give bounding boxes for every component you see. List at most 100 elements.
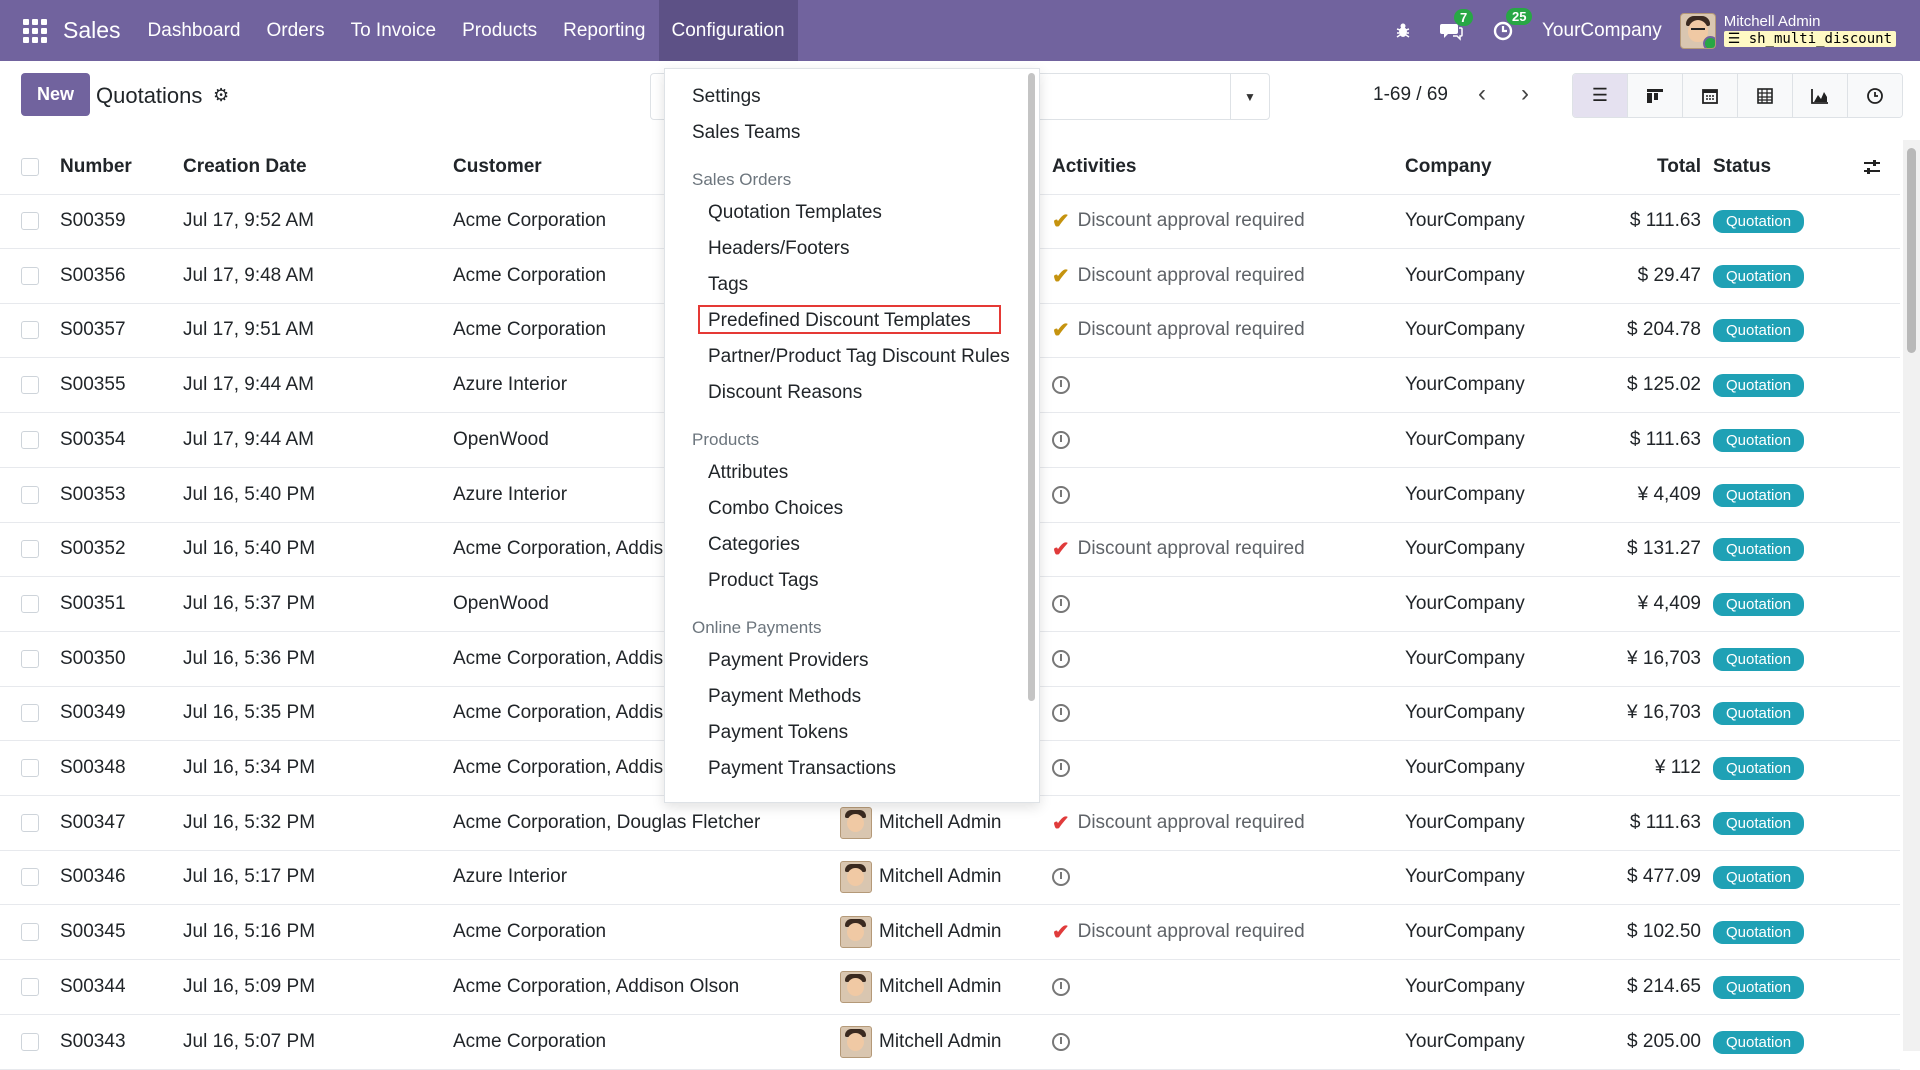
apps-menu-icon[interactable]: [23, 18, 47, 43]
activity-summary[interactable]: Discount approval required: [1078, 812, 1305, 834]
menu-item-settings[interactable]: Settings: [692, 86, 761, 108]
salesperson-avatar[interactable]: [840, 971, 872, 1003]
column-header-total[interactable]: Total: [1560, 140, 1701, 194]
dropdown-scrollbar[interactable]: [1028, 73, 1035, 701]
salesperson-avatar[interactable]: [840, 916, 872, 948]
activity-clock-icon[interactable]: [1052, 595, 1070, 613]
activity-clock-icon[interactable]: [1052, 650, 1070, 668]
row-checkbox[interactable]: [21, 303, 39, 357]
page-scroll-thumb[interactable]: [1907, 148, 1916, 353]
menu-item-payment-methods[interactable]: Payment Methods: [708, 686, 861, 708]
user-avatar[interactable]: [1679, 12, 1716, 49]
pager-previous-icon[interactable]: ‹: [1478, 80, 1486, 108]
activity-check-icon[interactable]: ✔: [1052, 264, 1070, 289]
menu-item-categories[interactable]: Categories: [708, 534, 800, 556]
row-checkbox[interactable]: [21, 960, 39, 1014]
kanban-view-icon[interactable]: [1628, 74, 1683, 117]
nav-configuration[interactable]: Configuration: [658, 0, 798, 61]
column-header-company[interactable]: Company: [1405, 140, 1555, 194]
row-checkbox[interactable]: [21, 522, 39, 576]
menu-item-quotation-templates[interactable]: Quotation Templates: [708, 202, 882, 224]
activity-clock-icon[interactable]: [1052, 868, 1070, 886]
menu-item-payment-providers[interactable]: Payment Providers: [708, 650, 869, 672]
salesperson-avatar[interactable]: [840, 807, 872, 839]
table-row[interactable]: S00346 Jul 16, 5:17 PM Azure Interior Mitch…: [0, 850, 1900, 905]
activity-clock-icon[interactable]: [1052, 704, 1070, 722]
activity-summary[interactable]: Discount approval required: [1078, 921, 1305, 943]
search-options-caret-icon[interactable]: ▼: [1230, 74, 1269, 119]
menu-item-product-tags[interactable]: Product Tags: [708, 570, 819, 592]
menu-item-sales-teams[interactable]: Sales Teams: [692, 122, 800, 144]
activity-clock-icon[interactable]: [1052, 978, 1070, 996]
activity-summary[interactable]: Discount approval required: [1078, 210, 1305, 232]
menu-item-attributes[interactable]: Attributes: [708, 462, 788, 484]
optional-columns-sliders-icon[interactable]: [1862, 140, 1892, 194]
activities-clock-icon[interactable]: 25: [1492, 7, 1533, 42]
row-checkbox[interactable]: [21, 850, 39, 904]
row-checkbox[interactable]: [21, 194, 39, 248]
menu-item-payment-transactions[interactable]: Payment Transactions: [708, 758, 896, 780]
menu-item-discount-reasons[interactable]: Discount Reasons: [708, 382, 862, 404]
menu-item-tags[interactable]: Tags: [708, 274, 748, 296]
activity-check-icon[interactable]: ✔: [1052, 920, 1070, 945]
messages-icon[interactable]: 7: [1440, 8, 1474, 41]
activity-summary[interactable]: Discount approval required: [1078, 265, 1305, 287]
nav-dashboard[interactable]: Dashboard: [135, 0, 254, 61]
activity-clock-icon[interactable]: [1052, 486, 1070, 504]
activity-check-icon[interactable]: ✔: [1052, 318, 1070, 343]
activity-clock-icon[interactable]: [1052, 431, 1070, 449]
menu-item-payment-tokens[interactable]: Payment Tokens: [708, 722, 848, 744]
table-row[interactable]: S00344 Jul 16, 5:09 PM Acme Corporation, A…: [0, 960, 1900, 1015]
graph-view-icon[interactable]: [1793, 74, 1848, 117]
table-row[interactable]: S00347 Jul 16, 5:32 PM Acme Corporation, D…: [0, 796, 1900, 851]
row-checkbox[interactable]: [21, 577, 39, 631]
activity-summary[interactable]: Discount approval required: [1078, 538, 1305, 560]
row-checkbox[interactable]: [21, 686, 39, 740]
pager-value[interactable]: 1-69 / 69: [1373, 84, 1448, 106]
menu-item-combo-choices[interactable]: Combo Choices: [708, 498, 843, 520]
nav-to-invoice[interactable]: To Invoice: [338, 0, 450, 61]
nav-reporting[interactable]: Reporting: [550, 0, 658, 61]
activity-check-icon[interactable]: ✔: [1052, 209, 1070, 234]
row-checkbox[interactable]: [21, 1015, 39, 1069]
app-brand[interactable]: Sales: [63, 17, 121, 44]
salesperson-avatar[interactable]: [840, 1026, 872, 1058]
activity-clock-icon[interactable]: [1052, 759, 1070, 777]
row-checkbox[interactable]: [21, 249, 39, 303]
debug-bug-icon[interactable]: [1394, 22, 1412, 40]
column-header-creation-date[interactable]: Creation Date: [183, 140, 443, 194]
row-checkbox[interactable]: [21, 632, 39, 686]
nav-orders[interactable]: Orders: [254, 0, 338, 61]
pivot-view-icon[interactable]: [1738, 74, 1793, 117]
activity-view-icon[interactable]: [1848, 74, 1902, 117]
list-view-icon[interactable]: ☰: [1573, 74, 1628, 117]
activity-clock-icon[interactable]: [1052, 1033, 1070, 1051]
user-menu[interactable]: Mitchell Admin ☰ sh_multi_discount: [1723, 14, 1896, 47]
menu-item-predefined-discount-templates[interactable]: Predefined Discount Templates: [708, 310, 971, 332]
calendar-view-icon[interactable]: [1683, 74, 1738, 117]
gear-icon[interactable]: ⚙: [213, 85, 229, 106]
column-header-status[interactable]: Status: [1713, 140, 1843, 194]
company-switcher[interactable]: YourCompany: [1542, 20, 1662, 42]
new-button[interactable]: New: [21, 73, 90, 116]
activity-check-icon[interactable]: ✔: [1052, 811, 1070, 836]
row-checkbox[interactable]: [21, 905, 39, 959]
table-row[interactable]: S00345 Jul 16, 5:16 PM Acme Corporation Mit…: [0, 905, 1900, 960]
menu-item-headers-footers[interactable]: Headers/Footers: [708, 238, 850, 260]
column-header-number[interactable]: Number: [60, 140, 180, 194]
pager-next-icon[interactable]: ›: [1521, 80, 1529, 108]
row-checkbox[interactable]: [21, 796, 39, 850]
column-header-activities[interactable]: Activities: [1052, 140, 1392, 194]
nav-products[interactable]: Products: [449, 0, 550, 61]
row-checkbox[interactable]: [21, 358, 39, 412]
table-row[interactable]: S00343 Jul 16, 5:07 PM Acme Corporation Mit…: [0, 1015, 1900, 1070]
salesperson-avatar[interactable]: [840, 861, 872, 893]
row-checkbox[interactable]: [21, 468, 39, 522]
page-scrollbar[interactable]: [1903, 140, 1920, 1051]
activity-summary[interactable]: Discount approval required: [1078, 319, 1305, 341]
row-checkbox[interactable]: [21, 741, 39, 795]
activity-check-icon[interactable]: ✔: [1052, 537, 1070, 562]
activity-clock-icon[interactable]: [1052, 376, 1070, 394]
menu-item-partner-product-tag-discount-rules[interactable]: Partner/Product Tag Discount Rules: [708, 346, 1010, 368]
row-checkbox[interactable]: [21, 413, 39, 467]
